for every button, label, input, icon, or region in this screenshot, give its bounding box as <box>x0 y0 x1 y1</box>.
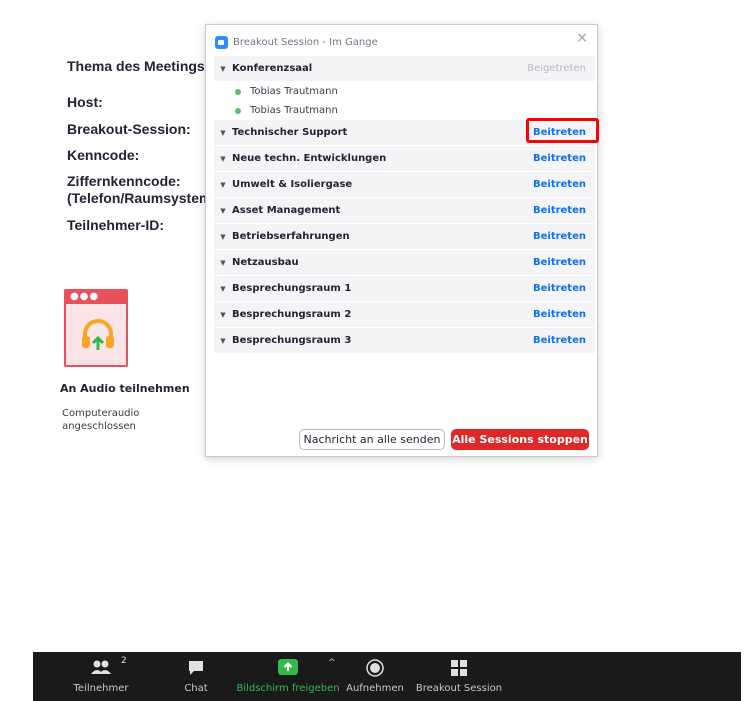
room-name: Asset Management <box>232 205 341 216</box>
join-room-button[interactable]: Beitreten <box>533 153 586 164</box>
room-row-asset-management[interactable]: ▼ Asset Management Beitreten <box>214 198 595 224</box>
room-row-konferenzsaal[interactable]: ▼ Konferenzsaal Beigetreten <box>214 56 595 82</box>
room-row-netzausbau[interactable]: ▼ Netzausbau Beitreten <box>214 250 595 276</box>
room-name: Betriebserfahrungen <box>232 231 350 242</box>
window-dots-icon: ●●● <box>70 291 100 302</box>
meeting-toolbar: Teilnehmer 2 Chat Bildschirm freigeben ^… <box>33 652 741 701</box>
chevron-right-icon[interactable]: ▼ <box>214 285 232 293</box>
audio-status: Computeraudio angeschlossen <box>62 407 140 433</box>
room-list: ▼ Konferenzsaal Beigetreten Tobias Traut… <box>214 56 599 354</box>
room-name: Technischer Support <box>232 127 348 138</box>
chevron-right-icon[interactable]: ▼ <box>214 207 232 215</box>
headphones-upload-icon <box>82 319 114 350</box>
join-audio-label[interactable]: An Audio teilnehmen <box>60 382 190 395</box>
room-name: Neue techn. Entwicklungen <box>232 153 387 164</box>
participant-id-label: Teilnehmer-ID: <box>67 217 164 233</box>
chat-label: Chat <box>184 683 208 694</box>
dialog-titlebar: Breakout Session - Im Gange <box>215 34 378 50</box>
audio-status-line-1: Computeraudio <box>62 408 140 419</box>
participant-name: Tobias Trautmann <box>250 86 338 97</box>
broadcast-message-button[interactable]: Nachricht an alle senden <box>299 429 445 450</box>
join-room-button[interactable]: Beitreten <box>533 309 586 320</box>
chevron-right-icon[interactable]: ▼ <box>214 129 232 137</box>
record-icon <box>366 659 384 677</box>
room-row-betriebserfahrungen[interactable]: ▼ Betriebserfahrungen Beitreten <box>214 224 595 250</box>
room-name: Netzausbau <box>232 257 299 268</box>
room-row-technischer-support[interactable]: ▼ Technischer Support Beitreten <box>214 118 599 146</box>
record-button[interactable]: Aufnehmen <box>346 652 404 701</box>
chat-button[interactable]: Chat <box>181 652 211 701</box>
chevron-right-icon[interactable]: ▼ <box>214 233 232 241</box>
room-row-besprechungsraum-2[interactable]: ▼ Besprechungsraum 2 Beitreten <box>214 302 595 328</box>
participants-icon <box>91 660 111 674</box>
breakout-session-dialog: Breakout Session - Im Gange × ▼ Konferen… <box>205 24 599 457</box>
share-screen-button[interactable]: Bildschirm freigeben <box>236 652 340 701</box>
join-audio-button[interactable]: ●●● <box>64 289 128 367</box>
numeric-passcode-sublabel: (Telefon/Raumsystem <box>67 190 212 206</box>
join-room-button[interactable]: Beitreten <box>533 335 586 346</box>
audio-status-line-2: angeschlossen <box>62 421 136 432</box>
participant-name: Tobias Trautmann <box>250 105 338 116</box>
room-name: Besprechungsraum 3 <box>232 335 352 346</box>
dialog-title: Breakout Session - Im Gange <box>233 36 378 48</box>
zoom-logo-icon <box>215 35 228 49</box>
online-dot-icon <box>235 88 241 95</box>
joined-status: Beigetreten <box>527 63 586 74</box>
share-screen-label: Bildschirm freigeben <box>236 683 340 694</box>
breakout-session-label: Breakout Session <box>415 683 503 694</box>
participant-item: Tobias Trautmann <box>214 101 595 120</box>
join-room-button[interactable]: Beitreten <box>533 231 586 242</box>
participants-count: 2 <box>121 656 127 666</box>
room-name: Umwelt & Isoliergase <box>232 179 353 190</box>
chat-icon <box>189 661 203 675</box>
passcode-label: Kenncode: <box>67 147 140 163</box>
share-screen-icon <box>278 659 298 675</box>
room-row-neue-techn-entwicklungen[interactable]: ▼ Neue techn. Entwicklungen Beitreten <box>214 146 595 172</box>
breakout-grid-icon <box>451 660 467 676</box>
breakout-session-label: Breakout-Session: <box>67 121 191 137</box>
room-row-besprechungsraum-1[interactable]: ▼ Besprechungsraum 1 Beitreten <box>214 276 595 302</box>
meeting-topic-label: Thema des Meetings: <box>67 58 210 74</box>
join-room-button[interactable]: Beitreten <box>533 283 586 294</box>
record-label: Aufnehmen <box>346 683 404 694</box>
room-name: Konferenzsaal <box>232 63 313 74</box>
breakout-session-button[interactable]: Breakout Session <box>415 652 503 701</box>
join-room-button[interactable]: Beitreten <box>533 179 586 190</box>
host-label: Host: <box>67 94 103 110</box>
room-name: Besprechungsraum 1 <box>232 283 352 294</box>
participant-item: Tobias Trautmann <box>214 82 595 101</box>
chevron-right-icon[interactable]: ▼ <box>214 311 232 319</box>
chevron-right-icon[interactable]: ▼ <box>214 337 232 345</box>
room-row-besprechungsraum-3[interactable]: ▼ Besprechungsraum 3 Beitreten <box>214 328 595 354</box>
stop-all-sessions-button[interactable]: Alle Sessions stoppen <box>451 429 589 450</box>
close-icon[interactable]: × <box>576 30 588 46</box>
room-row-umwelt-isoliergase[interactable]: ▼ Umwelt & Isoliergase Beitreten <box>214 172 595 198</box>
chevron-down-icon[interactable]: ▼ <box>214 65 232 73</box>
join-room-button[interactable]: Beitreten <box>533 257 586 268</box>
chevron-right-icon[interactable]: ▼ <box>214 259 232 267</box>
room-name: Besprechungsraum 2 <box>232 309 352 320</box>
online-dot-icon <box>235 107 241 114</box>
join-room-button[interactable]: Beitreten <box>533 127 586 138</box>
join-room-button[interactable]: Beitreten <box>533 205 586 216</box>
numeric-passcode-label: Ziffernkenncode: <box>67 173 181 189</box>
share-options-caret-icon[interactable]: ^ <box>328 658 336 668</box>
participants-label: Teilnehmer <box>73 683 129 694</box>
chevron-right-icon[interactable]: ▼ <box>214 181 232 189</box>
chevron-right-icon[interactable]: ▼ <box>214 155 232 163</box>
